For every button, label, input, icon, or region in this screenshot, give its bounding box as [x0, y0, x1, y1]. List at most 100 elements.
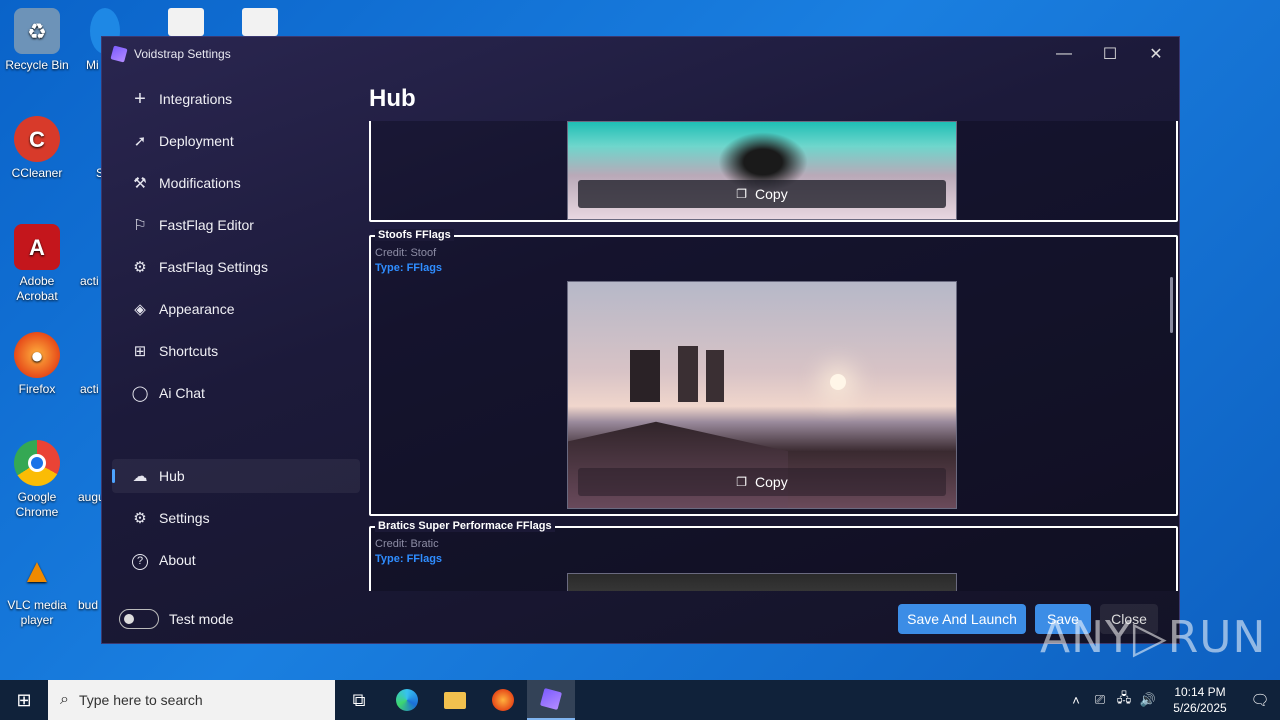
- chrome-icon: [14, 440, 60, 486]
- vlc-icon: ▲: [20, 551, 54, 590]
- voidstrap-logo-icon: [539, 687, 563, 711]
- paint-bucket-icon: ◈: [134, 301, 146, 318]
- desktop-icon-label: Firefox: [18, 382, 56, 396]
- taskbar-voidstrap[interactable]: [527, 680, 575, 720]
- desktop-icon-label: acti: [80, 382, 99, 396]
- sidebar-item-label: Deployment: [159, 133, 234, 149]
- sidebar-item-label: Ai Chat: [159, 385, 205, 401]
- sidebar-item-label: About: [159, 552, 196, 568]
- copy-button[interactable]: ❐ Copy: [578, 468, 946, 496]
- copy-button[interactable]: ❐ Copy: [578, 180, 946, 208]
- desktop-icon-label: bud: [78, 598, 99, 612]
- taskbar-edge[interactable]: [383, 680, 431, 720]
- close-window-button[interactable]: ✕: [1133, 37, 1179, 71]
- test-mode-row: Test mode: [119, 609, 234, 629]
- card-preview-image: [567, 573, 957, 591]
- sidebar-item-fastflag-settings[interactable]: ⚙ FastFlag Settings: [112, 250, 360, 284]
- desktop-icon-adobe-acrobat[interactable]: A Adobe Acrobat: [1, 224, 73, 304]
- sidebar-item-fastflag-editor[interactable]: ⚐ FastFlag Editor: [112, 208, 360, 242]
- search-placeholder: Type here to search: [78, 692, 203, 708]
- sidebar-item-label: Integrations: [159, 91, 233, 107]
- card-credit: Credit: Stoof: [375, 247, 437, 259]
- minimize-button[interactable]: —: [1041, 37, 1087, 71]
- desktop-icon-label: Adobe Acrobat: [16, 274, 58, 303]
- network-icon[interactable]: 🖧: [1112, 689, 1136, 711]
- acrobat-icon: A: [14, 224, 60, 270]
- sidebar-item-label: FastFlag Editor: [159, 217, 254, 233]
- firefox-icon: ●: [14, 332, 60, 378]
- taskbar-search-box[interactable]: ⌕ Type here to search: [48, 680, 335, 720]
- recycle-bin-icon: ♻: [14, 8, 60, 54]
- flag-icon: ⚐: [133, 217, 147, 234]
- save-and-launch-button[interactable]: Save And Launch: [898, 604, 1026, 634]
- desktop-icon-vlc[interactable]: ▲ VLC media player: [1, 548, 73, 628]
- sidebar-item-label: Hub: [159, 468, 185, 484]
- rocket-icon: ➚: [133, 133, 147, 150]
- taskbar-file-explorer[interactable]: [431, 680, 479, 720]
- sidebar-item-integrations[interactable]: + Integrations: [112, 82, 360, 116]
- test-mode-toggle[interactable]: [119, 609, 159, 629]
- sidebar-item-ai-chat[interactable]: ◯ Ai Chat: [112, 376, 360, 410]
- desktop-icon-recycle-bin[interactable]: ♻ Recycle Bin: [1, 8, 73, 73]
- window-title: Voidstrap Settings: [134, 47, 231, 61]
- gear-icon: ⚙: [133, 510, 147, 527]
- plus-icon: +: [134, 87, 146, 110]
- sidebar-item-settings[interactable]: ⚙ Settings: [112, 501, 360, 535]
- desktop-icon-label: VLC media player: [7, 598, 67, 627]
- volume-icon[interactable]: 🔊: [1136, 692, 1160, 708]
- card-title: Stoofs FFlags: [375, 229, 454, 241]
- sidebar-item-appearance[interactable]: ◈ Appearance: [112, 292, 360, 326]
- taskbar-firefox[interactable]: [479, 680, 527, 720]
- word-doc-icon[interactable]: [242, 8, 278, 36]
- copy-button-label: Copy: [755, 186, 788, 202]
- sidebar-item-deployment[interactable]: ➚ Deployment: [112, 124, 360, 158]
- sidebar-item-shortcuts[interactable]: ⊞ Shortcuts: [112, 334, 360, 368]
- notification-icon[interactable]: 🗨: [1240, 691, 1280, 709]
- desktop-icon-google-chrome[interactable]: Google Chrome: [1, 440, 73, 520]
- sidebar-item-label: Shortcuts: [159, 343, 219, 359]
- voidstrap-settings-window: Voidstrap Settings — ☐ ✕ + Integrations …: [101, 36, 1180, 644]
- sidebar-item-about[interactable]: ? About: [112, 543, 360, 577]
- card-type: Type: FFlags: [375, 262, 443, 274]
- title-bar[interactable]: Voidstrap Settings — ☐ ✕: [102, 37, 1179, 71]
- system-tray: ˄ ⎚ 🖧 🔊 10:14 PM 5/26/2025 🗨: [1064, 680, 1280, 720]
- gear-icon: ⚙: [133, 259, 147, 276]
- clock-date: 5/26/2025: [1173, 701, 1227, 715]
- search-icon: ⌕: [60, 691, 69, 708]
- grid-icon: ⊞: [133, 343, 147, 360]
- taskbar-clock[interactable]: 10:14 PM 5/26/2025: [1160, 684, 1240, 716]
- desktop-icon-firefox[interactable]: ● Firefox: [1, 332, 73, 397]
- card-preview-image: ❐ Copy: [567, 281, 957, 509]
- sidebar-item-modifications[interactable]: ⚒ Modifications: [112, 166, 360, 200]
- desktop-icon-label: acti: [80, 274, 99, 288]
- sidebar-item-label: FastFlag Settings: [159, 259, 268, 275]
- anyrun-watermark: ANY▷RUN: [1040, 612, 1267, 663]
- folder-icon: [444, 691, 466, 709]
- copy-icon: ❐: [736, 475, 748, 489]
- start-button[interactable]: ⊞: [0, 680, 48, 720]
- desktop-icon-label: CCleaner: [11, 166, 63, 180]
- content-scrollbar[interactable]: [1170, 277, 1173, 333]
- hub-card-bratics-fflags: Bratics Super Performace FFlags Credit: …: [369, 520, 1178, 591]
- ruined-tower: [630, 350, 660, 402]
- voidstrap-logo-icon: [110, 45, 128, 63]
- maximize-button[interactable]: ☐: [1087, 37, 1133, 71]
- desktop-icon-ccleaner[interactable]: C CCleaner: [1, 116, 73, 181]
- copy-button-label: Copy: [755, 474, 788, 490]
- word-doc-icon[interactable]: [168, 8, 204, 36]
- taskbar: ⊞ ⌕ Type here to search ⧉ ˄ ⎚ 🖧 🔊 10:14 …: [0, 680, 1280, 720]
- desktop-icon-label: Google Chrome: [15, 490, 59, 519]
- usb-icon[interactable]: ⎚: [1088, 692, 1112, 708]
- sun: [830, 374, 846, 390]
- cloud-icon: ☁: [132, 468, 148, 485]
- sidebar-item-hub[interactable]: ☁ Hub: [112, 459, 360, 493]
- firefox-icon: [492, 689, 514, 711]
- page-title: Hub: [369, 85, 416, 112]
- sidebar-item-label: Settings: [159, 510, 210, 526]
- task-view-button[interactable]: ⧉: [335, 680, 383, 720]
- hub-content-scroll[interactable]: ❐ Copy Stoofs FFlags Credit: Stoof Type:…: [369, 121, 1179, 591]
- card-title: Bratics Super Performace FFlags: [375, 520, 555, 532]
- copy-icon: ❐: [736, 187, 748, 201]
- card-preview-image: ❐ Copy: [567, 121, 957, 220]
- chevron-up-icon[interactable]: ˄: [1064, 693, 1088, 708]
